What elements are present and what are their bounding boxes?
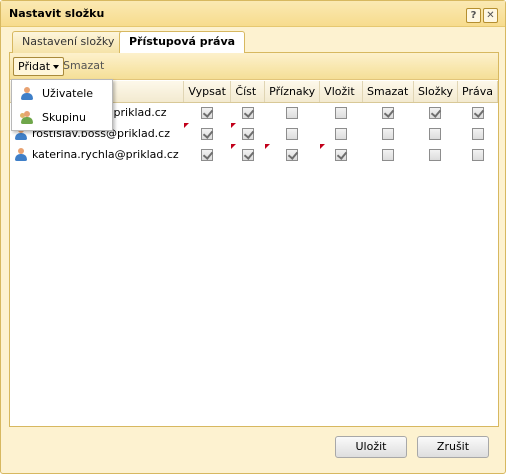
- perm-cell-folders: [413, 144, 457, 165]
- perm-checkbox-insert[interactable]: [335, 107, 348, 120]
- perm-cell-delete: [363, 144, 414, 165]
- menu-item-user[interactable]: Uživatele: [12, 82, 112, 106]
- perm-checkbox-insert[interactable]: [335, 149, 348, 161]
- column-header-flags[interactable]: Příznaky: [264, 81, 321, 103]
- add-button-label: Přidat: [18, 60, 51, 73]
- menu-item-group-label: Skupinu: [42, 111, 86, 124]
- perm-cell-list: [184, 102, 231, 123]
- perm-checkbox-read[interactable]: [241, 149, 254, 161]
- perm-cell-flags: [265, 102, 320, 123]
- title-bar[interactable]: Nastavit složku ? ✕: [1, 1, 505, 27]
- perm-cell-list: [184, 144, 231, 165]
- tab-folder-settings[interactable]: Nastavení složky: [12, 31, 125, 53]
- folder-settings-dialog: Nastavit složku ? ✕ Nastavení složky Pří…: [0, 0, 506, 474]
- user-icon: [14, 147, 28, 162]
- toolbar: Přidat Smazat: [10, 53, 498, 80]
- perm-checkbox-flags[interactable]: [286, 128, 299, 140]
- perm-cell-folders: [413, 102, 457, 123]
- column-header-delete[interactable]: Smazat: [362, 81, 414, 103]
- perm-checkbox-list[interactable]: [201, 128, 214, 140]
- modified-marker: [264, 144, 270, 149]
- save-button[interactable]: Uložit: [335, 436, 407, 458]
- column-header-rights[interactable]: Práva: [457, 81, 498, 103]
- perm-checkbox-list[interactable]: [201, 107, 214, 120]
- perm-cell-delete: [363, 123, 414, 144]
- perm-cell-folders: [413, 123, 457, 144]
- column-header-folders[interactable]: Složky: [413, 81, 459, 103]
- perm-cell-read: [230, 123, 265, 144]
- perm-checkbox-flags[interactable]: [286, 149, 299, 161]
- tab-strip: Nastavení složky Přístupová práva: [9, 31, 499, 54]
- perm-cell-insert: [319, 144, 363, 165]
- perm-cell-read: [230, 144, 265, 165]
- perm-checkbox-flags[interactable]: [286, 107, 299, 120]
- help-icon[interactable]: ?: [466, 8, 481, 23]
- perm-checkbox-folders[interactable]: [429, 107, 442, 120]
- perm-checkbox-list[interactable]: [201, 149, 214, 161]
- perm-cell-rights: [458, 144, 498, 165]
- perm-checkbox-folders[interactable]: [429, 149, 442, 161]
- add-button[interactable]: Přidat: [13, 57, 65, 76]
- perm-cell-read: [231, 102, 265, 123]
- perm-cell-list: [183, 123, 231, 144]
- perm-checkbox-delete[interactable]: [381, 149, 394, 161]
- cancel-button[interactable]: Zrušit: [417, 436, 489, 458]
- perm-cell-flags: [264, 144, 320, 165]
- modified-marker: [183, 123, 189, 128]
- user-icon: [20, 87, 34, 101]
- perm-checkbox-folders[interactable]: [429, 128, 442, 140]
- modified-marker: [319, 144, 325, 149]
- table-row[interactable]: katerina.rychla@priklad.cz: [10, 144, 498, 165]
- column-header-list[interactable]: Vypsat: [183, 81, 232, 103]
- perm-cell-delete: [363, 102, 414, 123]
- menu-item-user-label: Uživatele: [42, 87, 94, 100]
- modified-marker: [230, 123, 236, 128]
- group-icon: [20, 111, 34, 125]
- close-icon[interactable]: ✕: [483, 8, 498, 23]
- add-dropdown-menu: Uživatele Skupinu: [11, 79, 113, 131]
- perm-checkbox-rights[interactable]: [471, 149, 484, 161]
- column-header-read[interactable]: Číst: [230, 81, 266, 103]
- perm-cell-rights: [458, 123, 498, 144]
- perm-cell-insert: [320, 123, 363, 144]
- tab-access-rights[interactable]: Přístupová práva: [119, 31, 246, 54]
- column-header-insert[interactable]: Vložit: [319, 81, 363, 103]
- perm-cell-rights: [458, 102, 498, 123]
- perm-checkbox-rights[interactable]: [471, 128, 484, 140]
- perm-cell-insert: [320, 102, 363, 123]
- user-email: katerina.rychla@priklad.cz: [32, 147, 179, 161]
- modified-marker: [230, 144, 236, 149]
- menu-item-group[interactable]: Skupinu: [12, 106, 112, 130]
- delete-button[interactable]: Smazat: [59, 57, 108, 76]
- perm-checkbox-delete[interactable]: [381, 107, 394, 120]
- perm-checkbox-read[interactable]: [241, 107, 254, 120]
- perm-cell-flags: [265, 123, 320, 144]
- user-name-cell: katerina.rychla@priklad.cz: [10, 144, 184, 165]
- perm-checkbox-delete[interactable]: [381, 128, 394, 140]
- perm-checkbox-insert[interactable]: [335, 128, 348, 140]
- perm-checkbox-read[interactable]: [241, 128, 254, 140]
- dialog-title: Nastavit složku: [9, 7, 105, 20]
- perm-checkbox-rights[interactable]: [471, 107, 484, 120]
